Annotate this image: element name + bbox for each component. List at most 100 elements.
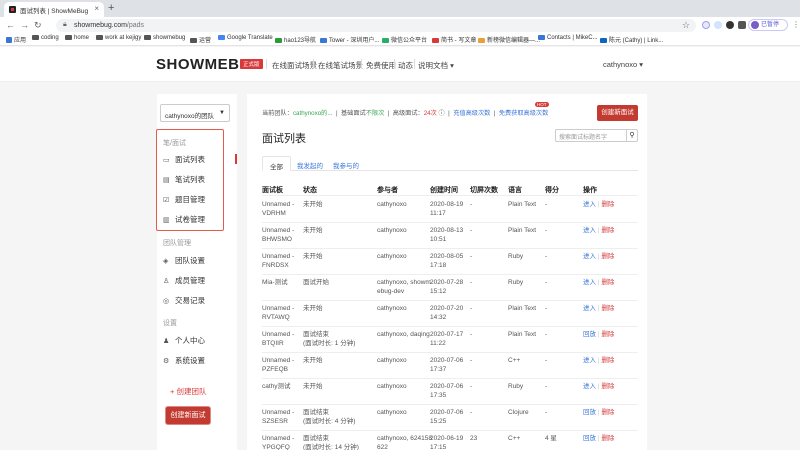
bookmark-star-icon[interactable]: ☆ [682,20,690,31]
cell-created: 2020-08-05 17:18 [430,252,463,270]
bookmark-item[interactable]: work at kejigy [96,35,141,41]
bookmark-item[interactable]: showmebug [144,35,185,41]
sidebar-item-team-settings[interactable]: ◈ 团队设置 [163,255,205,266]
nav-docs[interactable]: 说明文档 ▾ [418,60,454,71]
nav-free-use[interactable]: 免费使用 [366,60,396,71]
enter-replay-link[interactable]: 进入 [583,383,596,390]
sidebar-item-transactions[interactable]: ◎ 交易记录 [163,295,205,306]
url-text[interactable]: showmebug.com/pads [74,22,144,29]
cell-actions: 进入 | 删除 [583,252,614,261]
bookmark-item[interactable]: Google Translate [218,35,273,41]
user-menu[interactable]: cathynoxo ▾ [603,60,643,69]
cell-score: - [545,278,547,287]
cell-score: - [545,200,547,209]
free-advanced-link[interactable]: 免费获取高级次数 [499,110,549,117]
address-bar[interactable]: 🔒︎ showmebug.com/pads ☆ [56,19,696,32]
create-team-button[interactable]: + 创建团队 [170,386,206,397]
sidebar-item-interviews[interactable]: ▭ 面试列表 [163,154,205,165]
hao123-icon [275,38,282,43]
search-icon[interactable]: ⚲ [626,129,638,142]
enter-replay-link[interactable]: 回放 [583,435,596,442]
enter-replay-link[interactable]: 回放 [583,409,596,416]
enter-replay-link[interactable]: 进入 [583,253,596,260]
bookmark-item[interactable]: 微信公众平台 [382,35,427,44]
delete-link[interactable]: 删除 [601,331,614,338]
bookmark-item[interactable]: coding [32,35,59,41]
enter-replay-link[interactable]: 进入 [583,201,596,208]
folder-icon [96,35,103,40]
cell-created: 2020-07-17 11:22 [430,330,463,348]
sidebar-item-members[interactable]: ♙ 成员管理 [163,275,205,286]
bookmark-item[interactable]: hao123导航 [275,35,316,44]
table-row-divider [262,352,638,353]
puzzle-icon[interactable] [738,21,746,29]
help-icon[interactable]: ⓘ [439,110,445,117]
profile-paused-button[interactable]: 已暂停 [748,19,788,31]
enter-replay-link[interactable]: 进入 [583,305,596,312]
bookmark-item[interactable]: 陈元 (Cathy) | Link... [600,35,663,44]
back-icon[interactable]: ← [6,20,15,30]
delete-link[interactable]: 删除 [601,227,614,234]
close-icon[interactable]: × [94,4,99,13]
sidebar-item-questions[interactable]: ☑ 题目管理 [163,194,205,205]
sidebar-item-profile[interactable]: ♟ 个人中心 [163,335,205,346]
cell-language-line: Ruby [508,383,524,390]
column-header: 得分 [545,187,559,194]
nav-online-test[interactable]: 在线笔试场景 [318,60,363,71]
bookmark-item[interactable]: 简书 - 写文章 [432,35,476,44]
enter-replay-link[interactable]: 进入 [583,357,596,364]
sidebar-item-papers[interactable]: ▥ 试卷管理 [163,214,205,225]
delete-link[interactable]: 删除 [601,357,614,364]
cell-created-line: 11:17 [430,210,446,217]
create-interview-sidebar-button[interactable]: 创建新面试 [166,407,210,424]
delete-link[interactable]: 删除 [601,253,614,260]
team-name: cathynoxo的团队 [165,113,215,120]
new-tab-button[interactable]: + [108,2,114,14]
team-select[interactable]: cathynoxo的团队 ▼ [160,104,230,122]
table-row-divider [262,326,638,327]
search-input[interactable]: 搜索面试标题名字 [555,129,627,142]
delete-link[interactable]: 删除 [601,409,614,416]
reload-icon[interactable]: ↻ [34,20,42,31]
cell-switch-count: - [470,304,472,313]
extension-icon[interactable] [702,21,710,29]
nav-online-interview[interactable]: 在线面试场景 [272,60,317,71]
cell-score-line: - [545,357,548,364]
current-team-link[interactable]: cathynoxo的... [293,110,333,117]
tab-all[interactable]: 全部 [262,156,291,171]
cell-participants: cathynoxo [377,226,407,235]
cell-switch-count-line: 23 [470,435,478,442]
tab-initiated[interactable]: 我发起的 [290,156,330,171]
cell-language-line: Ruby [508,279,524,286]
enter-replay-link[interactable]: 进入 [583,227,596,234]
cell-status: 面试结束 (面试时长: 14 分钟) [303,434,359,450]
enter-replay-link[interactable]: 回放 [583,331,596,338]
cell-status-line: 面试开始 [303,279,329,286]
sidebar-item-tests[interactable]: ▤ 笔试列表 [163,174,205,185]
bookmark-item[interactable]: 新榜微信编辑器—... [478,35,540,44]
browser-tab[interactable]: 面试列表 | ShowMeBug × [4,2,104,17]
bookmark-item[interactable]: home [65,35,89,41]
bookmark-item[interactable]: Contacts | MikeC... [538,35,598,41]
delete-link[interactable]: 删除 [601,383,614,390]
recharge-link[interactable]: 充值高级次数 [453,110,490,117]
bookmark-item[interactable]: Tower - 深圳用户... [320,35,379,44]
enter-replay-link[interactable]: 进入 [583,279,596,286]
extension-icon[interactable] [714,21,722,29]
delete-link[interactable]: 删除 [601,305,614,312]
cell-participants: cathynoxo [377,382,407,391]
nav-news[interactable]: 动态 [398,60,413,71]
bookmark-apps[interactable]: 应用 [6,35,26,44]
bookmark-item[interactable]: 运营 [190,35,211,44]
cell-created-line: 15:12 [430,288,447,295]
tab-participated[interactable]: 我参与的 [326,156,366,171]
delete-link[interactable]: 删除 [601,279,614,286]
cell-language-line: Plain Text [508,331,537,338]
sidebar-item-system-settings[interactable]: ⚙ 系统设置 [163,355,205,366]
more-menu-icon[interactable]: ⋮ [792,20,800,29]
delete-link[interactable]: 删除 [601,435,614,442]
create-interview-button[interactable]: 创建新面试 [597,105,638,121]
forward-icon[interactable]: → [20,20,29,30]
delete-link[interactable]: 删除 [601,201,614,208]
extension-icon[interactable] [726,21,734,29]
